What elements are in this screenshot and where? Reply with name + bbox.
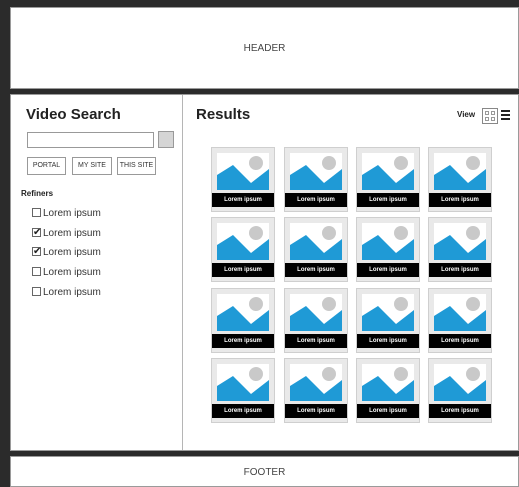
image-placeholder-icon (217, 153, 269, 190)
video-thumbnail[interactable]: Lorem ipsum (356, 358, 420, 423)
thumbnail-caption: Lorem ipsum (212, 334, 274, 348)
image-placeholder-icon (434, 294, 486, 331)
video-thumbnail[interactable]: Lorem ipsum (356, 147, 420, 212)
video-thumbnail[interactable]: Lorem ipsum (428, 217, 492, 282)
checkbox-icon[interactable] (32, 287, 41, 296)
checkbox-checked-icon[interactable] (32, 245, 41, 258)
video-thumbnail[interactable]: Lorem ipsum (428, 358, 492, 423)
grid-view-icon[interactable] (482, 108, 498, 124)
video-thumbnail[interactable]: Lorem ipsum (428, 288, 492, 353)
refiner-item[interactable]: Lorem ipsum (32, 245, 101, 259)
refiner-item[interactable]: Lorem ipsum (32, 266, 101, 279)
scope-portal-button[interactable]: PORTAL (27, 157, 66, 175)
refiner-item[interactable]: Lorem ipsum (32, 286, 101, 299)
image-placeholder-icon (362, 223, 414, 260)
image-placeholder-icon (290, 294, 342, 331)
thumbnail-caption: Lorem ipsum (212, 193, 274, 207)
image-placeholder-icon (362, 364, 414, 401)
refiner-label: Lorem ipsum (43, 208, 101, 219)
refiner-label: Lorem ipsum (43, 267, 101, 278)
thumbnail-caption: Lorem ipsum (357, 193, 419, 207)
thumbnail-caption: Lorem ipsum (285, 193, 347, 207)
refiner-label: Lorem ipsum (43, 228, 101, 239)
thumbnail-caption: Lorem ipsum (357, 404, 419, 418)
footer-label: FOOTER (243, 467, 286, 478)
refiner-item[interactable]: Lorem ipsum (32, 207, 101, 220)
thumbnail-caption: Lorem ipsum (212, 263, 274, 277)
thumbnail-caption: Lorem ipsum (429, 334, 491, 348)
video-thumbnail[interactable]: Lorem ipsum (356, 217, 420, 282)
image-placeholder-icon (290, 223, 342, 260)
thumbnail-caption: Lorem ipsum (429, 404, 491, 418)
video-thumbnail[interactable]: Lorem ipsum (211, 288, 275, 353)
image-placeholder-icon (434, 364, 486, 401)
video-thumbnail[interactable]: Lorem ipsum (211, 217, 275, 282)
sidebar-title: Video Search (26, 106, 121, 123)
image-placeholder-icon (217, 364, 269, 401)
refiners-heading: Refiners (21, 189, 54, 198)
view-label: View (457, 110, 476, 119)
video-thumbnail[interactable]: Lorem ipsum (211, 358, 275, 423)
checkbox-checked-icon[interactable] (32, 226, 41, 239)
video-thumbnail[interactable]: Lorem ipsum (211, 147, 275, 212)
image-placeholder-icon (217, 294, 269, 331)
image-placeholder-icon (362, 294, 414, 331)
thumbnail-caption: Lorem ipsum (285, 334, 347, 348)
results-title: Results (196, 106, 251, 123)
image-placeholder-icon (362, 153, 414, 190)
scope-my-site-button[interactable]: MY SITE (72, 157, 112, 175)
thumbnail-caption: Lorem ipsum (285, 263, 347, 277)
checkbox-icon[interactable] (32, 267, 41, 276)
scope-this-site-button[interactable]: THIS SITE (117, 157, 156, 175)
image-placeholder-icon (290, 364, 342, 401)
checkbox-icon[interactable] (32, 208, 41, 217)
thumbnail-caption: Lorem ipsum (429, 263, 491, 277)
main-panel: Video Search PORTAL MY SITE THIS SITE Re… (10, 94, 519, 451)
thumbnail-caption: Lorem ipsum (212, 404, 274, 418)
image-placeholder-icon (217, 223, 269, 260)
video-thumbnail[interactable]: Lorem ipsum (428, 147, 492, 212)
video-thumbnail[interactable]: Lorem ipsum (284, 217, 348, 282)
image-placeholder-icon (290, 153, 342, 190)
video-thumbnail[interactable]: Lorem ipsum (356, 288, 420, 353)
search-input[interactable] (27, 132, 154, 148)
page-footer: FOOTER (10, 456, 519, 487)
refiner-label: Lorem ipsum (43, 247, 101, 258)
header-label: HEADER (243, 43, 286, 54)
list-view-icon[interactable] (501, 110, 510, 120)
video-thumbnail[interactable]: Lorem ipsum (284, 288, 348, 353)
thumbnail-caption: Lorem ipsum (285, 404, 347, 418)
page-header: HEADER (10, 7, 519, 89)
refiner-label: Lorem ipsum (43, 287, 101, 298)
search-button[interactable] (158, 131, 174, 148)
refiner-item[interactable]: Lorem ipsum (32, 226, 101, 240)
video-thumbnail[interactable]: Lorem ipsum (284, 358, 348, 423)
thumbnail-caption: Lorem ipsum (357, 334, 419, 348)
search-sidebar: Video Search PORTAL MY SITE THIS SITE Re… (11, 95, 183, 450)
video-thumbnail[interactable]: Lorem ipsum (284, 147, 348, 212)
thumbnail-caption: Lorem ipsum (357, 263, 419, 277)
image-placeholder-icon (434, 223, 486, 260)
image-placeholder-icon (434, 153, 486, 190)
thumbnail-caption: Lorem ipsum (429, 193, 491, 207)
